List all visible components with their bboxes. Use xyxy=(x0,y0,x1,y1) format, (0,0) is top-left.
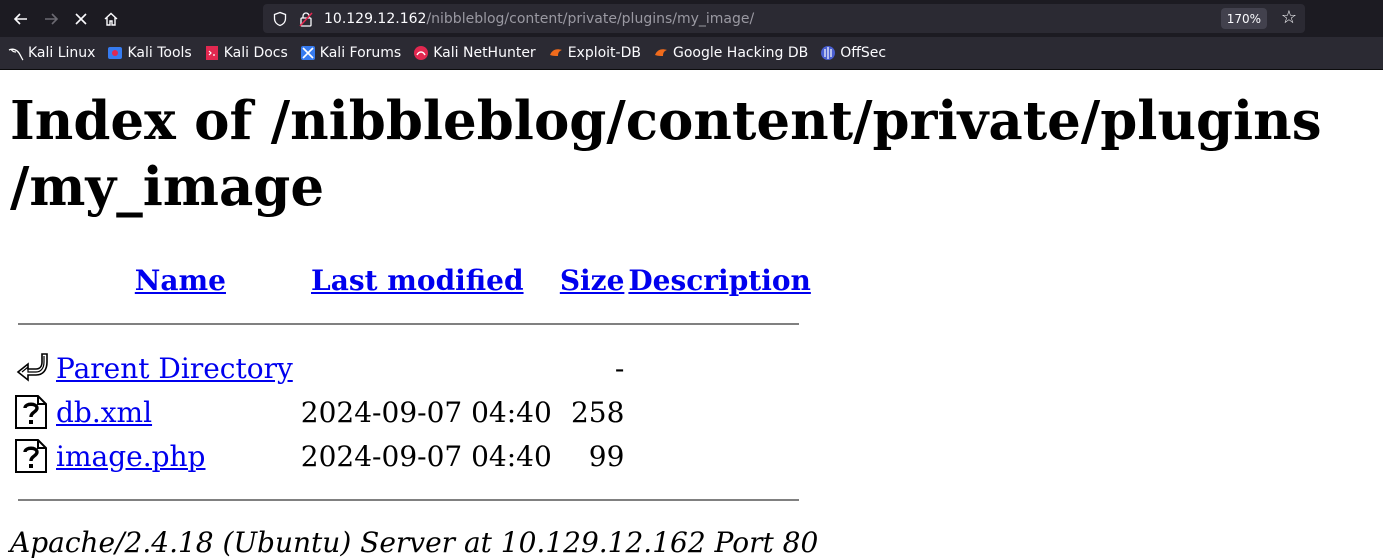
parent-directory-link[interactable]: Parent Directory xyxy=(56,352,293,385)
sort-by-modified-link[interactable]: Last modified xyxy=(311,264,524,297)
bookmark-label: Kali Tools xyxy=(127,45,192,61)
zoom-indicator[interactable]: 170% xyxy=(1220,8,1267,29)
insecure-lock-icon[interactable] xyxy=(298,10,314,28)
sort-by-name-link[interactable]: Name xyxy=(135,264,226,297)
bookmark-star-icon[interactable]: ☆ xyxy=(1281,7,1297,28)
table-row: Parent Directory - xyxy=(10,346,815,390)
nethunter-icon xyxy=(413,45,429,61)
back-button[interactable] xyxy=(6,4,36,34)
row-modified-cell xyxy=(297,346,556,390)
file-link-image-php[interactable]: image.php xyxy=(56,440,205,473)
kali-docs-icon xyxy=(204,45,220,61)
kali-dragon-icon xyxy=(8,45,24,61)
unknown-file-icon xyxy=(15,439,47,473)
bookmark-label: Kali Linux xyxy=(28,45,96,61)
bookmark-label: Exploit-DB xyxy=(567,45,641,61)
sort-by-size-link[interactable]: Size xyxy=(560,264,625,297)
divider-row xyxy=(10,302,815,346)
row-description-cell xyxy=(628,346,815,390)
description-header: Description xyxy=(628,258,815,302)
row-name-cell: image.php xyxy=(52,434,297,478)
icon-header xyxy=(10,258,52,302)
url-host: 10.129.12.162 xyxy=(324,10,427,27)
header-row: Name Last modified Size Description xyxy=(10,258,815,302)
bookmark-offsec[interactable]: OffSec xyxy=(820,45,886,61)
exploit-db-icon xyxy=(548,45,564,61)
row-size-cell: 99 xyxy=(588,439,625,473)
stop-button[interactable] xyxy=(66,4,96,34)
sort-by-description-link[interactable]: Description xyxy=(628,264,810,297)
bookmark-google-hacking-db[interactable]: Google Hacking DB xyxy=(653,45,808,61)
browser-toolbar: 10.129.12.162/nibbleblog/content/private… xyxy=(0,0,1383,37)
name-header: Name xyxy=(52,258,297,302)
row-size-cell: 258 xyxy=(570,395,625,429)
row-name-cell: Parent Directory xyxy=(52,346,297,390)
back-arrow-icon xyxy=(13,12,27,25)
kali-forums-icon xyxy=(300,45,316,61)
bookmark-label: Kali NetHunter xyxy=(433,45,536,61)
forward-arrow-icon xyxy=(45,12,59,25)
row-name-cell: db.xml xyxy=(52,390,297,434)
last-modified-header: Last modified xyxy=(297,258,556,302)
home-button[interactable] xyxy=(96,4,126,34)
ghdb-icon xyxy=(653,45,669,61)
page-content: Index of /nibbleblog/content/private/plu… xyxy=(0,88,1383,559)
row-description-cell xyxy=(628,434,815,478)
bookmark-label: Google Hacking DB xyxy=(672,45,809,61)
row-icon-cell xyxy=(10,346,52,390)
close-icon xyxy=(75,12,87,25)
offsec-icon xyxy=(820,45,836,61)
bookmark-kali-docs[interactable]: Kali Docs xyxy=(204,45,288,61)
forward-button[interactable] xyxy=(36,4,66,34)
page-title-line1: Index of /nibbleblog/content/private/plu… xyxy=(10,90,1322,152)
home-icon xyxy=(104,12,118,26)
unknown-file-icon xyxy=(15,395,47,429)
bookmark-kali-forums[interactable]: Kali Forums xyxy=(300,45,401,61)
divider xyxy=(18,499,799,501)
bookmark-label: Kali Docs xyxy=(223,45,288,61)
back-arrow-icon xyxy=(16,353,48,382)
divider-row xyxy=(10,478,815,522)
table-row: db.xml 2024-09-07 04:40 258 xyxy=(10,390,815,434)
page-title-line2: /my_image xyxy=(10,156,325,218)
kali-tools-icon xyxy=(107,45,123,61)
server-signature: Apache/2.4.18 (Ubuntu) Server at 10.129.… xyxy=(10,526,819,559)
bookmark-label: OffSec xyxy=(840,45,887,61)
row-modified-cell: 2024-09-07 04:40 xyxy=(300,439,552,473)
page-title: Index of /nibbleblog/content/private/plu… xyxy=(10,88,1380,220)
address-bar[interactable]: 10.129.12.162/nibbleblog/content/private… xyxy=(263,4,1305,33)
row-description-cell xyxy=(628,390,815,434)
bookmark-kali-linux[interactable]: Kali Linux xyxy=(8,45,95,61)
table-row: image.php 2024-09-07 04:40 99 xyxy=(10,434,815,478)
divider xyxy=(18,323,799,325)
bookmarks-toolbar: Kali Linux Kali Tools Kali Docs Kali For… xyxy=(0,37,1383,70)
directory-listing: Name Last modified Size Description Pare… xyxy=(10,258,815,522)
bookmark-exploit-db[interactable]: Exploit-DB xyxy=(548,45,641,61)
row-modified-cell: 2024-09-07 04:40 xyxy=(300,395,552,429)
file-link-db-xml[interactable]: db.xml xyxy=(56,396,152,429)
size-header: Size xyxy=(556,258,629,302)
tracking-protection-icon[interactable] xyxy=(271,10,289,28)
row-icon-cell xyxy=(10,434,52,478)
url-path: /nibbleblog/content/private/plugins/my_i… xyxy=(426,10,755,27)
bookmark-kali-nethunter[interactable]: Kali NetHunter xyxy=(413,45,536,61)
row-size-cell: - xyxy=(614,351,625,385)
row-icon-cell xyxy=(10,390,52,434)
bookmark-kali-tools[interactable]: Kali Tools xyxy=(107,45,192,61)
bookmark-label: Kali Forums xyxy=(319,45,402,61)
